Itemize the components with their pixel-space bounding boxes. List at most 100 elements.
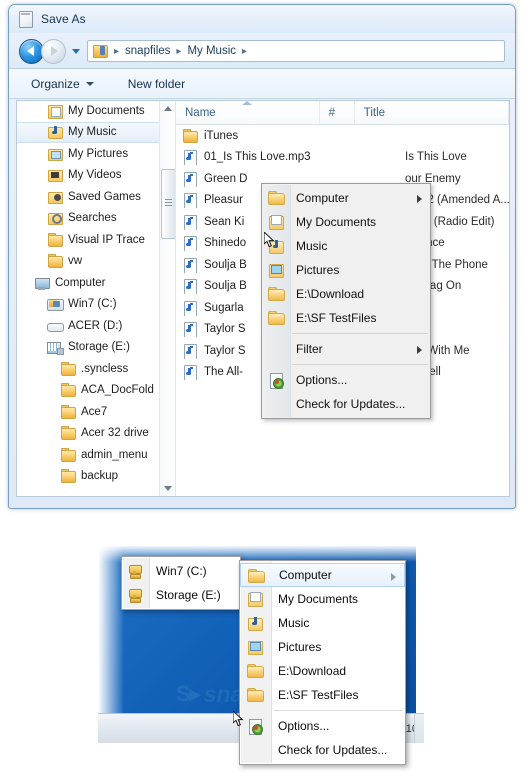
column-header-title[interactable]: Title (355, 101, 509, 124)
folder-icon (247, 687, 264, 703)
desktop-menu-item-options[interactable]: Options... (240, 714, 405, 738)
scroll-thumb[interactable] (161, 169, 175, 239)
folder-icon (60, 447, 76, 463)
submenu-arrow-icon (417, 346, 422, 354)
file-name-label: Soulja B (204, 280, 247, 293)
mp3-file-icon (182, 364, 198, 381)
menu-item-options[interactable]: Options... (262, 368, 430, 392)
tree-item-admin-menu[interactable]: admin_menu (17, 444, 175, 466)
address-bar[interactable]: ▸ snapfiles ▸ My Music ▸ (87, 40, 505, 62)
folder-icon (60, 404, 76, 420)
desktop-menu-item-music[interactable]: Music (240, 611, 405, 635)
file-name-label: Taylor S (204, 323, 246, 336)
music-folder-icon (47, 124, 63, 140)
tree-item-my-videos[interactable]: My Videos (17, 165, 175, 187)
menu-item-computer[interactable]: Computer (262, 186, 430, 210)
tree-item-acer-32-drive[interactable]: Acer 32 drive (17, 423, 175, 445)
tree-item-label: My Pictures (68, 147, 129, 160)
menu-item-e-download[interactable]: E:\Download (262, 282, 430, 306)
desktop-menu-item-label: E:\Download (278, 664, 347, 678)
tree-item-syncless[interactable]: .syncless (17, 358, 175, 380)
mp3-file-icon (182, 321, 198, 338)
tree-item-searches[interactable]: Searches (17, 208, 175, 230)
folder-icon (247, 663, 264, 679)
tree-item-saved-games[interactable]: Saved Games (17, 186, 175, 208)
desktop-menu-item-pictures[interactable]: Pictures (240, 635, 405, 659)
tree-item-win7-c[interactable]: Win7 (C:) (17, 294, 175, 316)
divider (9, 98, 515, 99)
breadcrumb-separator: ▸ (242, 45, 248, 57)
tree-item-label: backup (81, 470, 119, 483)
file-row[interactable]: 01_Is This Love.mp3 Is This Love (176, 147, 509, 169)
mp3-file-icon (182, 300, 198, 316)
organize-button[interactable]: Organize (23, 73, 102, 95)
drive-menu-item-storage-e[interactable]: Storage (E:) (122, 583, 240, 607)
menu-item-label: Pictures (296, 263, 340, 277)
screenshot-root: Save As ▸ snapfiles ▸ My Music ▸ Organiz… (0, 0, 524, 776)
desktop-menu-item-e-sf-testfiles[interactable]: E:\SF TestFiles (240, 683, 405, 707)
file-name-label: Taylor S (204, 344, 246, 357)
context-menu[interactable]: Computer My Documents Music Pictures E:\Down… (261, 183, 431, 419)
menu-item-label: My Documents (296, 215, 377, 229)
tree-item-my-documents[interactable]: My Documents (17, 101, 175, 122)
desktop-menu-item-my-documents[interactable]: My Documents (240, 587, 405, 611)
file-row[interactable]: iTunes (176, 125, 509, 147)
options-icon (268, 372, 284, 389)
menu-separator (292, 364, 428, 365)
tree-item-computer[interactable]: Computer (17, 272, 175, 294)
menu-item-e-sf-testfiles[interactable]: E:\SF TestFiles (262, 306, 430, 330)
mp3-file-icon (182, 149, 198, 166)
tree-item-ace7[interactable]: Ace7 (17, 401, 175, 423)
file-list-header: Name # Title (176, 101, 509, 125)
folder-icon (268, 310, 285, 326)
column-header-[interactable]: # (320, 101, 355, 124)
tree-item-vw[interactable]: vw (17, 251, 175, 273)
documents-folder-icon (268, 214, 284, 230)
menu-item-check-for-updates[interactable]: Check for Updates... (262, 392, 430, 416)
tree-item-label: vw (68, 255, 83, 268)
mouse-cursor-taskbar (233, 711, 244, 727)
tree-item-backup[interactable]: backup (17, 466, 175, 488)
file-name-label: Sugarla (204, 301, 244, 314)
scroll-down-button[interactable] (160, 481, 175, 496)
computer-icon (34, 275, 50, 291)
breadcrumb-separator: ▸ (176, 45, 182, 57)
organize-label: Organize (31, 77, 80, 91)
menu-separator (292, 333, 428, 334)
menu-item-pictures[interactable]: Pictures (262, 258, 430, 282)
tree-item-aca-docfold[interactable]: ACA_DocFold (17, 380, 175, 402)
desktop-menu-item-label: Computer (279, 568, 332, 582)
drives-submenu[interactable]: Win7 (C:) Storage (E:) (121, 556, 241, 610)
breadcrumb-snapfiles[interactable]: snapfiles (123, 45, 172, 57)
tree-item-storage-e[interactable]: Storage (E:) (17, 337, 175, 359)
music-folder-icon (92, 44, 108, 58)
column-header-name[interactable]: Name (176, 101, 320, 124)
tree-item-visual-ip-trace[interactable]: Visual IP Trace (17, 229, 175, 251)
mp3-file-icon (182, 235, 198, 252)
show-desktop-button[interactable] (414, 714, 424, 743)
file-name-label: Pleasur (204, 194, 243, 207)
tree-item-label: Acer 32 drive (81, 427, 149, 440)
tree-item-my-pictures[interactable]: My Pictures (17, 143, 175, 165)
scroll-up-button[interactable] (160, 101, 175, 116)
drive-menu-item-win7-c[interactable]: Win7 (C:) (122, 559, 240, 583)
desktop-menu-item-e-download[interactable]: E:\Download (240, 659, 405, 683)
forward-arrow-icon[interactable] (41, 38, 66, 64)
menu-item-music[interactable]: Music (262, 234, 430, 258)
dialog-titlebar: Save As (9, 5, 515, 33)
file-name-label: Sean Ki (204, 215, 245, 228)
menu-item-my-documents[interactable]: My Documents (262, 210, 430, 234)
desktop-menu-item-computer[interactable]: Computer (240, 563, 405, 587)
folder-icon (47, 253, 63, 269)
tree-item-my-music[interactable]: My Music (17, 121, 175, 143)
tray-context-menu[interactable]: Computer My Documents Music Pictures E:\Down… (239, 560, 406, 765)
new-folder-button[interactable]: New folder (120, 73, 193, 95)
menu-item-filter[interactable]: Filter (262, 337, 430, 361)
tree-scrollbar[interactable] (159, 101, 175, 496)
desktop-menu-item-check-for-updates[interactable]: Check for Updates... (240, 738, 405, 762)
tree-item-acer-d[interactable]: ACER (D:) (17, 315, 175, 337)
breadcrumb-my-music[interactable]: My Music (185, 45, 238, 57)
chevron-down-icon[interactable] (70, 48, 81, 54)
mouse-cursor (264, 232, 275, 248)
folder-icon (60, 382, 76, 398)
